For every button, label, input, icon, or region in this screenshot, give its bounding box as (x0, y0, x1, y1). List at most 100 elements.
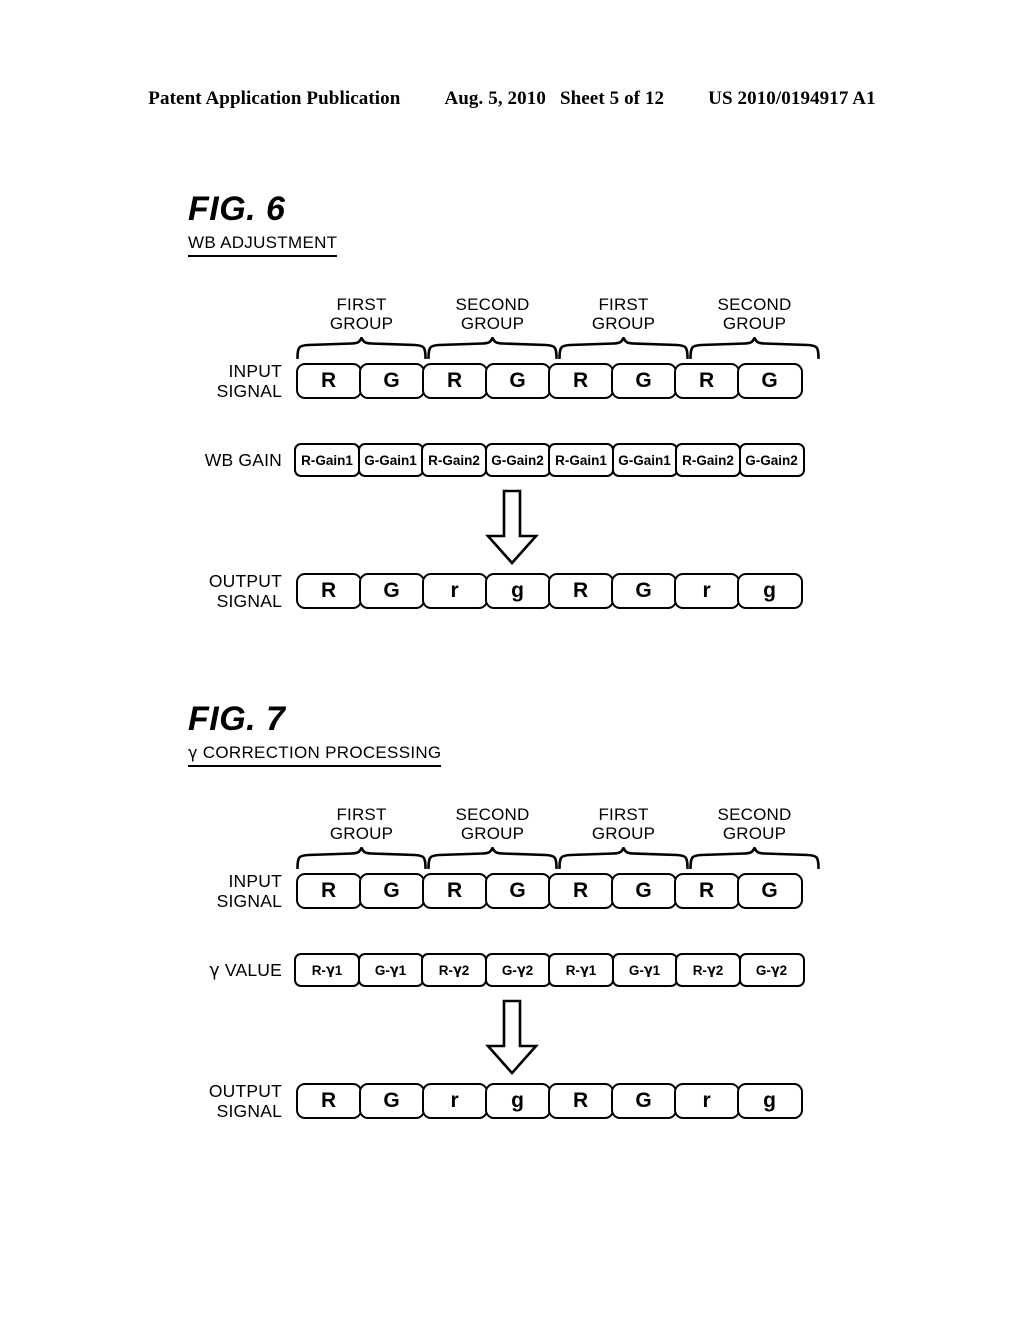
signal-cell: G (737, 873, 803, 909)
signal-cell: r (674, 573, 740, 609)
signal-cell: G-Gain1 (611, 443, 678, 477)
signal-cell: G (611, 1083, 677, 1119)
group-brace-icon (689, 337, 820, 359)
group-brace-row (296, 847, 820, 869)
signal-cell-group: R-Gain1 G-Gain1 R-Gain2 G-Gain2 R-Gain1 G-Gai… (294, 443, 822, 477)
group-label-line2: GROUP (722, 824, 787, 843)
signal-cell: G-γ 2 (484, 953, 551, 987)
signal-row: INPUT SIGNAL R G R G R G R G (0, 871, 1024, 911)
transform-arrow-icon (0, 489, 1024, 565)
signal-row-label: OUTPUT SIGNAL (0, 1081, 296, 1121)
signal-cell: R (548, 1083, 614, 1119)
group-label: FIRST GROUP (296, 805, 427, 843)
transform-arrow-icon (0, 999, 1024, 1075)
signal-cell: G-Gain2 (738, 443, 805, 477)
publication-date: Aug. 5, 2010 (444, 88, 546, 109)
group-label-line1: FIRST (598, 295, 649, 314)
signal-cell: G (611, 573, 677, 609)
group-label-line2: GROUP (591, 824, 656, 843)
group-label-line1: FIRST (598, 805, 649, 824)
signal-row: INPUT SIGNAL R G R G R G R G (0, 361, 1024, 401)
figure-caption: γ CORRECTION PROCESSING (188, 743, 442, 767)
group-label-line2: GROUP (591, 314, 656, 333)
document-number: US 2010/0194917 A1 (708, 88, 876, 109)
signal-cell: R-γ 1 (548, 953, 614, 987)
signal-cell: G (359, 573, 425, 609)
signal-cell: R (674, 363, 740, 399)
group-brace-icon (296, 847, 427, 869)
figure-label: FIG. 7 (188, 700, 286, 738)
figure-caption: WB ADJUSTMENT (188, 233, 338, 257)
figure-fig6: FIG. 6 WB ADJUSTMENT FIRST GROUP SECOND GROUP… (0, 190, 1024, 611)
signal-cell: R (296, 1083, 362, 1119)
signal-cell: R-Gain1 (294, 443, 360, 477)
signal-cell-group: RGRGRGRG (296, 873, 820, 909)
signal-cell: G-γ 1 (611, 953, 678, 987)
signal-cell: R (674, 873, 740, 909)
signal-cell: R (548, 363, 614, 399)
signal-row-label: γ VALUE (0, 960, 296, 981)
signal-cell: G (737, 363, 803, 399)
signal-cell: G-γ 2 (738, 953, 805, 987)
signal-cell: r (674, 1083, 740, 1119)
signal-cell: R (422, 363, 488, 399)
signal-row-label: INPUT SIGNAL (0, 871, 296, 911)
group-brace-icon (689, 847, 820, 869)
group-brace-row (296, 337, 820, 359)
signal-row-label-line1: INPUT (228, 871, 282, 891)
signal-cell: r (422, 573, 488, 609)
group-label-line1: SECOND (717, 295, 792, 314)
group-label-row: FIRST GROUP SECOND GROUP FIRST GROUP SECOND GRO… (296, 805, 820, 843)
signal-row-label-line1: WB GAIN (204, 450, 282, 470)
signal-cell: G-Gain2 (484, 443, 551, 477)
signal-row: OUTPUT SIGNAL R Gr g R Gr g (0, 1081, 1024, 1121)
signal-row-label: OUTPUT SIGNAL (0, 571, 296, 611)
signal-strip-area: FIRST GROUP SECOND GROUP FIRST GROUP SECOND GRO… (0, 785, 1024, 1121)
signal-cell: R-Gain2 (421, 443, 487, 477)
group-label: SECOND GROUP (689, 295, 820, 333)
signal-cell: G (611, 363, 677, 399)
group-brace-icon (427, 337, 558, 359)
signal-cell: R-Gain2 (675, 443, 741, 477)
signal-cell: R (296, 573, 362, 609)
signal-strip-area: FIRST GROUP SECOND GROUP FIRST GROUP SECOND GRO… (0, 275, 1024, 611)
signal-row-label-line2: SIGNAL (216, 891, 282, 911)
signal-cell-group: RGrgRGrg (296, 1083, 820, 1119)
signal-cell: R-γ 2 (675, 953, 741, 987)
signal-row-label-line1: γ VALUE (209, 959, 282, 981)
group-brace-icon (296, 337, 427, 359)
group-label: FIRST GROUP (296, 295, 427, 333)
signal-cell: G (485, 363, 551, 399)
signal-cell: G-γ 1 (357, 953, 424, 987)
signal-row-label-line1: INPUT (228, 361, 282, 381)
signal-cell: G (359, 873, 425, 909)
signal-cell: R (422, 873, 488, 909)
signal-row: γ VALUE R-γ 1 G-γ 1 R-γ 2 G-γ 2 R-γ 1 G-γ 1 R-γ 2 G-γ 2 (0, 953, 1024, 987)
signal-cell: R (296, 873, 362, 909)
signal-cell: R (548, 573, 614, 609)
group-label-line2: GROUP (329, 824, 394, 843)
signal-cell: G (611, 873, 677, 909)
group-label: FIRST GROUP (558, 805, 689, 843)
signal-cell: R-γ 2 (421, 953, 487, 987)
signal-cell: R (548, 873, 614, 909)
group-label-line1: SECOND (455, 295, 530, 314)
signal-cell: g (737, 1083, 803, 1119)
group-label-line2: GROUP (460, 824, 525, 843)
publication-title: Patent Application Publication (148, 88, 401, 109)
signal-cell: G (359, 1083, 425, 1119)
signal-row-label-line1: OUTPUT (208, 571, 282, 591)
signal-row-label-line2: SIGNAL (216, 591, 282, 611)
group-label-line1: FIRST (336, 295, 387, 314)
group-label-line2: GROUP (329, 314, 394, 333)
group-label: SECOND GROUP (427, 805, 558, 843)
signal-cell-group: RGRGRGRG (296, 363, 820, 399)
group-brace-icon (558, 337, 689, 359)
figure-fig7: FIG. 7γ CORRECTION PROCESSING FIRST GROUP S… (0, 700, 1024, 1121)
group-brace-icon (427, 847, 558, 869)
signal-row-label: INPUT SIGNAL (0, 361, 296, 401)
signal-row: WB GAIN R-Gain1 G-Gain1 R-Gain2 G-Gain2 R-Gai… (0, 443, 1024, 477)
figure-label: FIG. 6 (188, 190, 286, 228)
signal-row-label-line2: SIGNAL (216, 381, 282, 401)
signal-cell: g (485, 573, 551, 609)
